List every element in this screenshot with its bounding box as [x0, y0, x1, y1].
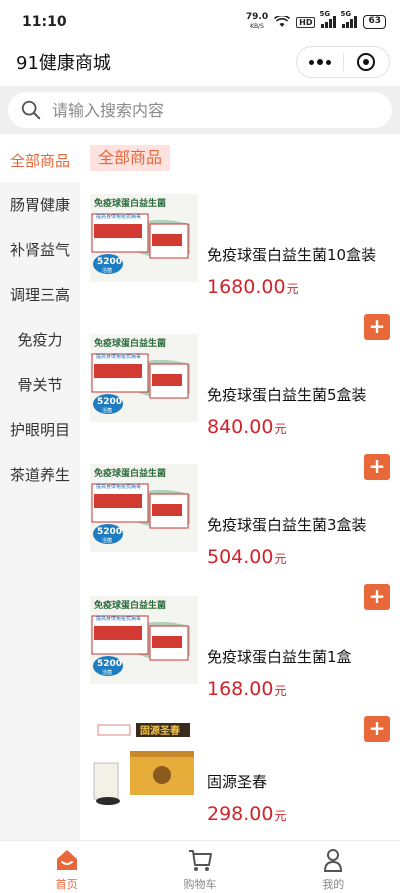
- product-image[interactable]: 免疫球蛋白益生菌 提高身体免疫抗病毒 5200 活菌: [90, 334, 198, 422]
- product-image-title: 免疫球蛋白益生菌: [94, 197, 166, 209]
- product-image-subtitle: 提高身体免疫抗病毒: [96, 483, 141, 490]
- network-speed-unit: KB/S: [250, 23, 264, 30]
- product-image-badge: 5200: [97, 397, 122, 407]
- tab-cart[interactable]: 购物车: [133, 841, 266, 893]
- product-image-badge-sub: 活菌: [102, 407, 112, 414]
- page-title: 91健康商城: [16, 53, 111, 74]
- product-price: 840.00元: [207, 416, 287, 438]
- search-input[interactable]: [52, 100, 352, 120]
- product-name[interactable]: 免疫球蛋白益生菌5盒装: [207, 384, 367, 405]
- product-name[interactable]: 免疫球蛋白益生菌10盒装: [207, 244, 376, 265]
- category-title: 全部商品: [90, 145, 171, 171]
- sidebar-item-stomach[interactable]: 肠胃健康: [0, 182, 80, 227]
- home-icon: [56, 850, 77, 870]
- tab-label: 购物车: [183, 878, 217, 891]
- sidebar-item-label: 免疫力: [17, 331, 63, 349]
- network-speed: 79.0 KB/S: [246, 13, 268, 31]
- tab-label: 首页: [55, 878, 78, 891]
- product-image[interactable]: 固源圣春: [90, 721, 198, 809]
- miniapp-capsule: [296, 46, 390, 78]
- product-image-subtitle: 提高身体免疫抗病毒: [96, 213, 141, 220]
- product-panel: 全部商品 免疫球蛋白益生菌 提高身体免疫抗病毒 5200 活菌 免疫球蛋白益生菌…: [80, 138, 400, 840]
- price-value: 298.00: [207, 803, 274, 825]
- product-image[interactable]: 免疫球蛋白益生菌 提高身体免疫抗病毒 5200 活菌: [90, 596, 198, 684]
- price-unit: 元: [274, 552, 287, 566]
- product-image[interactable]: 免疫球蛋白益生菌 提高身体免疫抗病毒 5200 活菌: [90, 464, 198, 552]
- product-image-badge: 5200: [97, 257, 122, 267]
- status-bar: 11:10 79.0 KB/S HD 5G 5G 63: [0, 0, 400, 44]
- product-card[interactable]: 免疫球蛋白益生菌 提高身体免疫抗病毒 5200 活菌 免疫球蛋白益生菌10盒装 …: [80, 194, 400, 340]
- product-card[interactable]: 免疫球蛋白益生菌 提高身体免疫抗病毒 5200 活菌 免疫球蛋白益生菌5盒装 8…: [80, 334, 400, 480]
- app-header: 91健康商城: [0, 44, 400, 80]
- product-price: 168.00元: [207, 678, 287, 700]
- price-value: 504.00: [207, 546, 274, 568]
- sidebar-item-tea[interactable]: 茶道养生: [0, 452, 80, 497]
- search-box[interactable]: [8, 92, 392, 128]
- price-unit: 元: [274, 422, 287, 436]
- product-image-subtitle: 提高身体免疫抗病毒: [96, 353, 141, 360]
- price-unit: 元: [286, 282, 299, 296]
- product-image-title: 固源圣春: [140, 724, 180, 737]
- profile-icon: [324, 849, 343, 872]
- hd-badge: HD: [296, 16, 316, 28]
- product-image-title: 免疫球蛋白益生菌: [94, 599, 166, 611]
- sidebar-item-label: 肠胃健康: [9, 196, 70, 214]
- sidebar-item-label: 骨关节: [17, 376, 63, 394]
- more-options-icon[interactable]: [297, 59, 343, 65]
- cart-icon: [188, 850, 212, 871]
- tab-label: 我的: [322, 878, 345, 891]
- sidebar-item-joints[interactable]: 骨关节: [0, 362, 80, 407]
- signal-label-1: 5G: [319, 10, 331, 18]
- product-image-title: 免疫球蛋白益生菌: [94, 337, 166, 349]
- sidebar-item-kidney[interactable]: 补肾益气: [0, 227, 80, 272]
- battery-icon: 63: [363, 15, 386, 29]
- product-card[interactable]: 固源圣春 固源圣春 298.00元 +: [80, 721, 400, 840]
- tab-profile[interactable]: 我的: [267, 841, 400, 893]
- price-value: 840.00: [207, 416, 274, 438]
- product-price: 1680.00元: [207, 276, 299, 298]
- product-image-badge-sub: 活菌: [102, 537, 112, 544]
- price-value: 1680.00: [207, 276, 286, 298]
- status-time: 11:10: [22, 14, 67, 30]
- sidebar-item-label: 护眼明目: [9, 421, 70, 439]
- product-card[interactable]: 免疫球蛋白益生菌 提高身体免疫抗病毒 5200 活菌 免疫球蛋白益生菌3盒装 5…: [80, 464, 400, 610]
- price-value: 168.00: [207, 678, 274, 700]
- product-image-badge: 5200: [97, 659, 122, 669]
- product-image-subtitle: 提高身体免疫抗病毒: [96, 615, 141, 622]
- sidebar-item-all[interactable]: 全部商品: [0, 138, 80, 182]
- product-price: 298.00元: [207, 803, 287, 825]
- bottom-tabbar: 首页 购物车 我的: [0, 840, 400, 893]
- status-icons: 79.0 KB/S HD 5G 5G 63: [246, 10, 386, 31]
- product-name[interactable]: 免疫球蛋白益生菌1盒: [207, 646, 352, 667]
- search-bar: [0, 86, 400, 134]
- product-image-badge-sub: 活菌: [102, 267, 112, 274]
- price-unit: 元: [274, 684, 287, 698]
- network-speed-value: 79.0: [245, 12, 269, 22]
- sidebar-item-label: 调理三高: [9, 286, 70, 304]
- price-unit: 元: [274, 809, 287, 823]
- product-card[interactable]: 免疫球蛋白益生菌 提高身体免疫抗病毒 5200 活菌 免疫球蛋白益生菌1盒 16…: [80, 596, 400, 742]
- product-name[interactable]: 免疫球蛋白益生菌3盒装: [207, 514, 367, 535]
- product-image[interactable]: 免疫球蛋白益生菌 提高身体免疫抗病毒 5200 活菌: [90, 194, 198, 282]
- sidebar-item-label: 补肾益气: [9, 241, 70, 259]
- signal-icon: 5G: [340, 10, 358, 28]
- sidebar-item-immunity[interactable]: 免疫力: [0, 317, 80, 362]
- search-icon: [21, 100, 41, 120]
- sidebar-item-label: 茶道养生: [9, 466, 70, 484]
- signal-label-2: 5G: [340, 10, 352, 18]
- close-miniapp-icon[interactable]: [344, 53, 389, 71]
- category-sidebar: 全部商品 肠胃健康 补肾益气 调理三高 免疫力 骨关节 护眼明目 茶道养生: [0, 138, 80, 840]
- tab-home[interactable]: 首页: [0, 841, 133, 893]
- sidebar-item-label: 全部商品: [9, 151, 70, 170]
- product-image-badge: 5200: [97, 527, 122, 537]
- product-name[interactable]: 固源圣春: [207, 771, 267, 792]
- product-image-title: 免疫球蛋白益生菌: [94, 467, 166, 479]
- sidebar-item-eyes[interactable]: 护眼明目: [0, 407, 80, 452]
- sidebar-item-three-highs[interactable]: 调理三高: [0, 272, 80, 317]
- product-price: 504.00元: [207, 546, 287, 568]
- signal-icon: 5G: [319, 10, 337, 28]
- product-image-badge-sub: 活菌: [102, 669, 112, 676]
- wifi-icon: [274, 16, 291, 27]
